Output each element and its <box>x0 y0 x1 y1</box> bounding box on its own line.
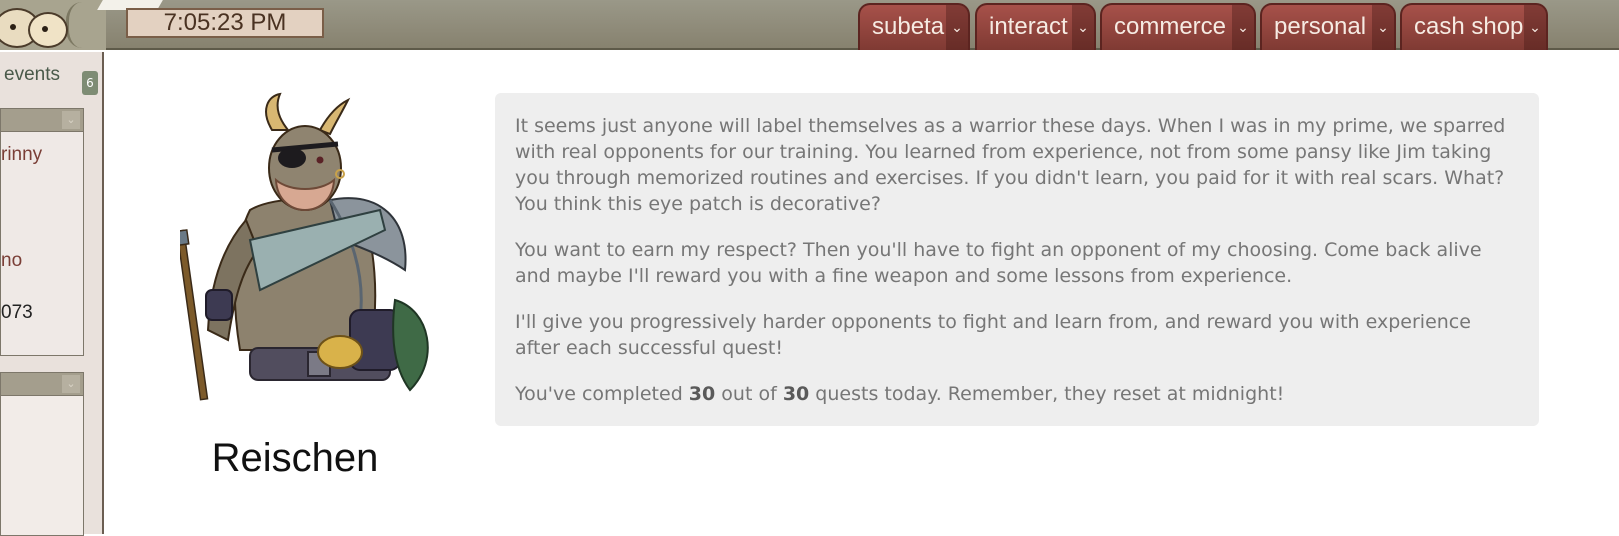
nav-tab-label: subeta <box>872 13 945 40</box>
nav-tab-subeta[interactable]: subeta ⌄ <box>858 3 970 50</box>
sidebar-panel-header[interactable]: ⌄ <box>0 372 84 396</box>
nav-tab-label: commerce <box>1114 13 1227 40</box>
top-bar: 7:05:23 PM subeta ⌄ interact ⌄ commerce … <box>0 0 1619 50</box>
sidebar-panel-line: 073 <box>1 302 33 323</box>
sidebar-panel-body: rinny no 073 <box>0 132 84 356</box>
quest-progress-prefix: You've completed <box>515 383 689 405</box>
nav-tab-personal[interactable]: personal ⌄ <box>1260 3 1396 50</box>
nav-tab-interact[interactable]: interact ⌄ <box>975 3 1096 50</box>
nav-tab-label: personal <box>1274 13 1367 40</box>
quest-progress-suffix: quests today. Remember, they reset at mi… <box>809 383 1285 405</box>
quest-progress-mid: out of <box>715 383 783 405</box>
npc-portrait <box>180 92 429 401</box>
chevron-down-icon[interactable]: ⌄ <box>62 111 80 129</box>
quest-progress-text: You've completed 30 out of 30 quests tod… <box>515 381 1519 407</box>
chevron-down-icon: ⌄ <box>1232 5 1254 50</box>
chevron-down-icon[interactable]: ⌄ <box>62 375 80 393</box>
sidebar-panel-line[interactable]: rinny <box>1 144 42 166</box>
nav-tab-label: cash shop <box>1414 13 1524 40</box>
site-logo[interactable] <box>0 0 106 50</box>
chevron-down-icon: ⌄ <box>1372 5 1394 50</box>
chevron-down-icon: ⌄ <box>1072 5 1094 50</box>
events-count-badge: 6 <box>82 71 98 95</box>
nav-tab-commerce[interactable]: commerce ⌄ <box>1100 3 1256 50</box>
dialogue-paragraph: It seems just anyone will label themselv… <box>515 115 1506 215</box>
sidebar-panel-header[interactable]: ⌄ <box>0 108 84 132</box>
dialogue-paragraph: I'll give you progressively harder oppon… <box>515 311 1471 359</box>
sidebar-panel-line[interactable]: no <box>1 250 22 272</box>
chevron-down-icon: ⌄ <box>946 5 968 50</box>
quests-completed-count: 30 <box>688 383 716 405</box>
clock-display: 7:05:23 PM <box>126 8 324 38</box>
npc-dialogue-box: It seems just anyone will label themselv… <box>495 93 1539 426</box>
events-link[interactable]: events 6 <box>0 60 104 95</box>
quests-total-count: 30 <box>782 383 810 405</box>
events-label: events <box>4 64 60 85</box>
npc-name: Reischen <box>211 436 379 480</box>
sidebar: events 6 ⌄ rinny no 073 ⌄ <box>0 52 104 536</box>
dialogue-paragraph: You want to earn my respect? Then you'll… <box>515 239 1482 287</box>
chevron-down-icon: ⌄ <box>1524 5 1546 50</box>
nav-tab-cash-shop[interactable]: cash shop ⌄ <box>1400 3 1548 50</box>
sidebar-panel-body <box>0 396 84 536</box>
nav-tab-label: interact <box>989 13 1068 40</box>
